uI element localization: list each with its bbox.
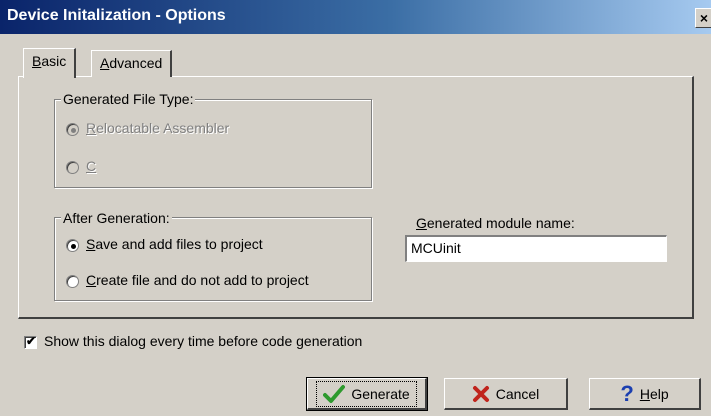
generate-focus: Generate: [316, 380, 417, 407]
radio-save-rest: ave and add files to project: [95, 236, 263, 252]
question-mark-icon: ?: [620, 380, 634, 406]
module-name-label: Generated module name:: [416, 215, 575, 231]
tab-advanced-label: dvanced: [109, 55, 163, 71]
generate-button[interactable]: Generate: [306, 377, 428, 411]
file-type-group: [54, 99, 372, 188]
module-name-rest: enerated module name:: [426, 215, 575, 231]
radio-create-no-add[interactable]: [66, 275, 79, 288]
radio-c-label: C: [86, 158, 96, 174]
window-title: Device Initalization - Options: [7, 7, 226, 24]
cancel-label: Cancel: [495, 385, 540, 402]
module-name-accel: G: [416, 215, 427, 231]
check-icon: ✔: [26, 334, 37, 348]
help-rest: elp: [649, 385, 669, 402]
radio-dot: [71, 244, 76, 249]
radio-relocatable-label: Relocatable Assembler: [86, 120, 229, 136]
show-dialog-checkbox[interactable]: ✔: [24, 334, 37, 349]
after-generation-group: [54, 217, 372, 301]
file-type-legend: Generated File Type:: [61, 91, 196, 107]
radio-save-and-add[interactable]: [66, 239, 79, 252]
help-accel: H: [639, 385, 650, 402]
radio-relocatable-accel: R: [86, 120, 97, 136]
help-button[interactable]: ? Help: [589, 378, 701, 410]
radio-relocatable-rest: elocatable Assembler: [96, 120, 230, 136]
radio-c-accel: C: [86, 158, 97, 174]
tab-advanced[interactable]: Advanced: [91, 50, 173, 77]
radio-dot: [71, 128, 76, 133]
tab-advanced-accel: A: [100, 55, 110, 71]
radio-c[interactable]: [66, 161, 79, 174]
help-label: Help: [640, 386, 669, 402]
radio-create-accel: C: [86, 272, 97, 288]
tab-basic-label: asic: [41, 53, 67, 69]
generate-label: Generate: [351, 385, 410, 402]
radio-save-accel: S: [86, 236, 96, 252]
after-generation-legend: After Generation:: [61, 210, 172, 226]
radio-create-rest: reate file and do not add to project: [96, 272, 309, 288]
radio-save-and-add-label: Save and add files to project: [86, 236, 263, 252]
tab-basic[interactable]: Basic: [23, 48, 77, 78]
radio-create-no-add-label: Create file and do not add to project: [86, 272, 309, 288]
close-icon: ×: [699, 10, 709, 26]
close-button[interactable]: ×: [695, 8, 711, 28]
show-dialog-label: Show this dialog every time before code …: [44, 333, 363, 349]
x-icon: [472, 385, 489, 402]
module-name-input[interactable]: MCUinit: [405, 235, 667, 262]
tab-basic-accel: B: [32, 53, 42, 69]
radio-relocatable-assembler[interactable]: [66, 123, 79, 136]
checkmark-icon: [323, 384, 346, 403]
cancel-button[interactable]: Cancel: [444, 378, 568, 410]
